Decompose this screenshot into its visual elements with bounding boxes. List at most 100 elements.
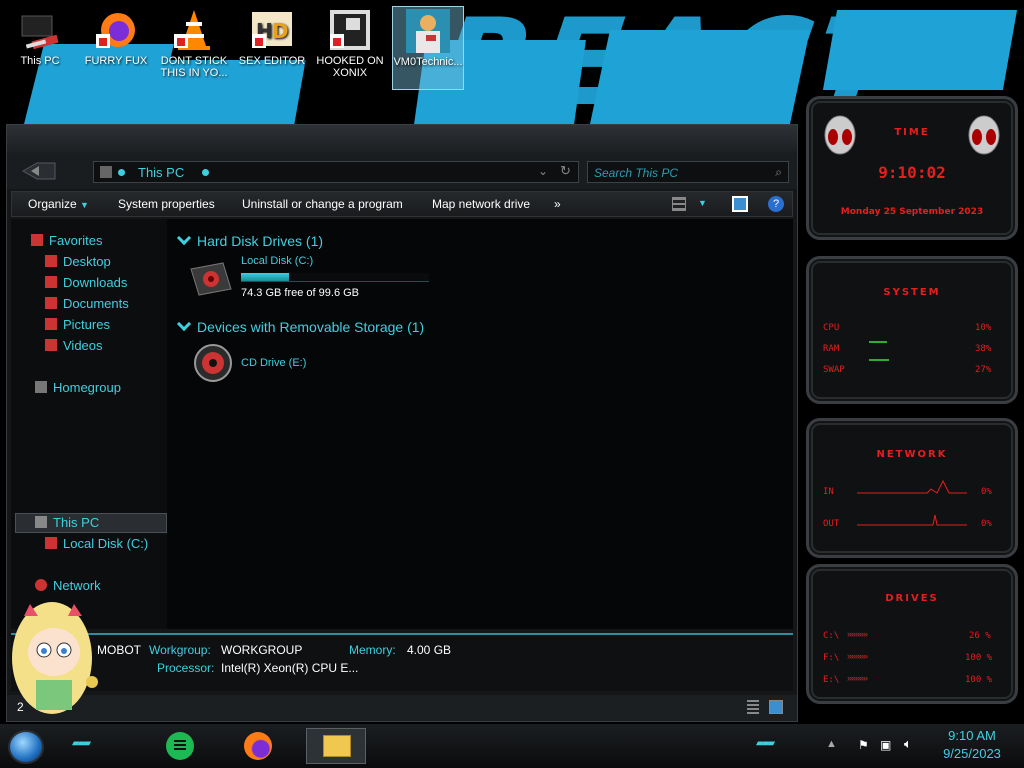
gadget-drives: DRIVES C:\ »»»»» 26 % F:\ »»»»» 100 % E:… xyxy=(806,564,1018,704)
drive-c-stat-value: 26 % xyxy=(969,631,991,641)
nav-documents[interactable]: Documents xyxy=(45,296,129,311)
desktop-icon-vm0technic[interactable]: VM0Technic... xyxy=(392,6,464,90)
svg-text:D: D xyxy=(272,19,289,43)
network-icon xyxy=(35,579,47,591)
chevron-down-icon: ▼ xyxy=(80,200,89,210)
drive-e-stat-label: E:\ xyxy=(823,675,840,685)
documents-icon xyxy=(45,297,57,309)
navigation-pane: Favorites Desktop Downloads Documents Pi… xyxy=(11,219,167,629)
desktop-icon-sex-editor[interactable]: HD SEX EDITOR xyxy=(236,6,308,90)
drive-e-item[interactable]: CD Drive (E:) xyxy=(193,343,393,387)
desktop-icon-this-pc[interactable]: This PC xyxy=(4,6,76,90)
group-header-removable[interactable]: Devices with Removable Storage (1) xyxy=(176,316,424,335)
drive-e-stat-value: 100 % xyxy=(965,675,993,685)
more-commands-button[interactable]: » xyxy=(554,197,561,211)
address-row: This PC ⌄ ↻ Search This PC ⌕ xyxy=(7,153,797,189)
ram-label: RAM xyxy=(823,344,840,354)
gadget-date: Monday 25 September 2023 xyxy=(840,207,984,217)
download-icon xyxy=(45,276,57,288)
folder-icon xyxy=(323,735,351,757)
tray-date: 9/25/2023 xyxy=(943,746,1001,761)
nav-homegroup[interactable]: Homegroup xyxy=(35,380,121,395)
nav-pictures[interactable]: Pictures xyxy=(45,317,110,332)
gadget-system: SYSTEM CPU 10% RAM 38% SWAP 27% xyxy=(806,256,1018,404)
search-icon[interactable]: ⌕ xyxy=(775,165,782,180)
drive-f-stat-label: F:\ xyxy=(823,653,840,663)
drive-e-stat-arrows: »»»»» xyxy=(847,673,868,683)
taskbar-deco-right: ▰▰▰ xyxy=(756,738,775,749)
desktop-icon-label: HOOKED ON XONIX xyxy=(316,55,384,79)
volume-icon[interactable]: 🔈︎ xyxy=(904,736,912,752)
nav-label: Pictures xyxy=(63,317,110,332)
command-bar: Organize ▼ System properties Uninstall o… xyxy=(11,191,793,217)
nav-network[interactable]: Network xyxy=(35,578,101,593)
memory-label: Memory: xyxy=(349,643,396,657)
nav-downloads[interactable]: Downloads xyxy=(45,275,127,290)
large-icons-view-icon[interactable] xyxy=(769,700,783,714)
chevron-down-icon[interactable]: ⌄ xyxy=(538,164,548,178)
swap-bar xyxy=(869,359,889,361)
desktop-icon-label: FURRY FUX xyxy=(84,55,148,67)
desktop-icon-xonix[interactable]: HOOKED ON XONIX xyxy=(314,6,386,90)
memory-value: 4.00 GB xyxy=(407,643,452,657)
start-button[interactable] xyxy=(8,730,44,764)
nav-videos[interactable]: Videos xyxy=(45,338,103,353)
net-out-label: OUT xyxy=(823,519,840,529)
desktop-icon-furry-fux[interactable]: FURRY FUX xyxy=(80,6,152,90)
dot-icon xyxy=(118,169,125,176)
view-options-icon[interactable] xyxy=(672,197,686,211)
clock-area[interactable]: 9:10 AM 9/25/2023 xyxy=(930,726,1014,766)
computer-name: MOBOT xyxy=(97,643,141,657)
details-view-icon[interactable] xyxy=(747,700,759,714)
nav-local-disk[interactable]: Local Disk (C:) xyxy=(45,536,148,551)
pc-icon xyxy=(100,166,112,178)
gadget-time-title: TIME xyxy=(894,127,930,138)
user-avatar-icon xyxy=(406,9,450,53)
drive-c-free: 74.3 GB free of 99.6 GB xyxy=(241,287,360,299)
net-in-value: 0% xyxy=(981,487,992,497)
group-header-hard-disks[interactable]: Hard Disk Drives (1) xyxy=(176,230,323,249)
uninstall-program-button[interactable]: Uninstall or change a program xyxy=(242,197,403,211)
taskbar-deco-left: ▰▰▰ xyxy=(72,738,91,749)
nav-label: Downloads xyxy=(63,275,128,290)
window-titlebar[interactable] xyxy=(7,125,797,153)
game-icon xyxy=(328,8,372,52)
help-icon[interactable]: ? xyxy=(768,196,784,212)
nav-this-pc[interactable]: This PC xyxy=(35,515,99,530)
preview-pane-icon[interactable] xyxy=(732,196,748,212)
gadget-system-title: SYSTEM xyxy=(883,287,941,298)
desktop-icon-label: SEX EDITOR xyxy=(238,55,306,67)
taskbar-button-firefox[interactable] xyxy=(238,730,278,764)
network-status-icon[interactable]: ▣ xyxy=(880,738,891,752)
explorer-window: This PC ⌄ ↻ Search This PC ⌕ Organize ▼ … xyxy=(6,124,798,722)
drive-f-stat-value: 100 % xyxy=(965,653,993,663)
nav-desktop[interactable]: Desktop xyxy=(45,254,111,269)
system-properties-button[interactable]: System properties xyxy=(118,197,215,211)
nav-favorites[interactable]: Favorites xyxy=(31,233,102,248)
drive-c-item[interactable]: Local Disk (C:) 74.3 GB free of 99.6 GB xyxy=(189,255,439,305)
back-button[interactable] xyxy=(21,159,61,183)
desktop-icon-label: VM0Technic... xyxy=(393,56,463,68)
refresh-icon[interactable]: ↻ xyxy=(560,163,571,179)
workgroup-value: WORKGROUP xyxy=(221,643,303,657)
drive-c-label: Local Disk (C:) xyxy=(241,255,314,267)
cd-drive-icon xyxy=(194,344,232,382)
taskbar-button-explorer[interactable] xyxy=(306,728,366,764)
address-bar[interactable]: This PC ⌄ ↻ xyxy=(93,161,579,183)
map-network-drive-button[interactable]: Map network drive xyxy=(432,197,530,211)
chevron-down-icon[interactable]: ▼ xyxy=(698,198,707,208)
vlc-cone-icon xyxy=(172,8,216,52)
flag-icon[interactable]: ⚑ xyxy=(858,738,869,752)
gadget-clock: 9:10:02 xyxy=(878,163,946,182)
organize-label: Organize xyxy=(28,197,77,211)
desktop-icon-vlc[interactable]: DONT STICK THIS IN YO... xyxy=(158,6,230,90)
organize-button[interactable]: Organize ▼ xyxy=(28,197,89,211)
notes-lines-icon xyxy=(174,740,186,750)
show-hidden-icons-icon[interactable]: ▲ xyxy=(826,738,837,750)
desktop-icon-label: DONT STICK THIS IN YO... xyxy=(160,55,228,79)
search-input[interactable]: Search This PC ⌕ xyxy=(587,161,789,183)
workgroup-label: Workgroup: xyxy=(149,643,211,657)
nav-label: Documents xyxy=(63,296,129,311)
taskbar-button-notes[interactable] xyxy=(160,730,200,764)
desktop-icon-label: This PC xyxy=(20,55,60,67)
